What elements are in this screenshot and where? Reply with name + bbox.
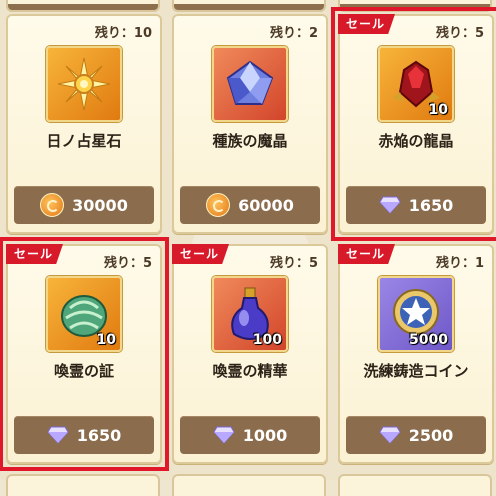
item-name: 洗練鋳造コイン [363,362,469,380]
remaining-count: 残り：2 [269,26,318,41]
item-icon-frame: 10 [46,276,122,352]
price-value: 1650 [76,425,122,445]
remaining-count: 残り：5 [435,26,484,41]
price-value: 2500 [408,425,454,445]
remaining-count: 残り：5 [103,256,152,271]
item-quantity: 5000 [409,332,448,348]
price-value: 1000 [242,425,288,445]
item-name: 喚霊の精華 [212,362,288,380]
card-peek-bottom [6,474,160,496]
diamond-crystal-icon [379,426,401,444]
remaining-count: 残り：1 [435,256,484,271]
shop-item-card[interactable]: セール 残り：5 10 喚霊の証 1650 [0,237,169,471]
item-name: 赤焔の龍晶 [378,132,454,150]
price-value: 1650 [408,195,454,215]
diamond-crystal-icon [379,196,401,214]
item-quantity: 100 [252,332,282,348]
sale-badge: セール [6,244,64,264]
remaining-count: 残り：10 [94,26,152,41]
card-peek-top [172,0,326,12]
shop-item-card[interactable]: セール 残り：5 10 赤焔の龍晶 1650 [331,7,496,241]
item-icon-frame: 5000 [378,276,454,352]
gold-coin-icon [40,193,65,217]
price-button[interactable]: 1000 [180,416,320,454]
item-icon-frame [212,46,288,122]
gold-coin-icon [206,193,231,217]
price-value: 60000 [238,195,294,215]
remaining-count: 残り：5 [269,256,318,271]
sale-badge: セール [338,14,396,34]
shop-item-card[interactable]: セール 残り：5 100 喚霊の精華 1000 [172,244,328,464]
sun-star-stone-icon [57,57,111,111]
shop-item-card[interactable]: セール 残り：1 5000 洗練鋳造コイン 2500 [338,244,494,464]
shop-item-card[interactable]: 残り：2 種族の魔晶 60000 [172,14,328,234]
sale-badge: セール [172,244,230,264]
diamond-crystal-icon [213,426,235,444]
item-icon-frame: 100 [212,276,288,352]
price-button[interactable]: 1650 [14,416,154,454]
card-peek-top [338,0,492,12]
shop-item-card[interactable]: 残り：10 日ノ占星石 30000 [6,14,162,234]
card-peek-bottom [172,474,326,496]
card-peek-bottom [338,474,492,496]
item-name: 種族の魔晶 [212,132,288,150]
item-quantity: 10 [428,102,448,118]
card-peek-top [6,0,160,12]
item-name: 日ノ占星石 [46,132,122,150]
item-icon-frame: 10 [378,46,454,122]
blue-crystal-icon [226,60,274,105]
item-icon-frame [46,46,122,122]
item-name: 喚霊の証 [53,362,114,380]
price-value: 30000 [72,195,128,215]
price-button[interactable]: 2500 [346,416,486,454]
item-quantity: 10 [96,332,116,348]
price-button[interactable]: 30000 [14,186,154,224]
diamond-crystal-icon [47,426,69,444]
sale-badge: セール [338,244,396,264]
price-button[interactable]: 1650 [346,186,486,224]
price-button[interactable]: 60000 [180,186,320,224]
